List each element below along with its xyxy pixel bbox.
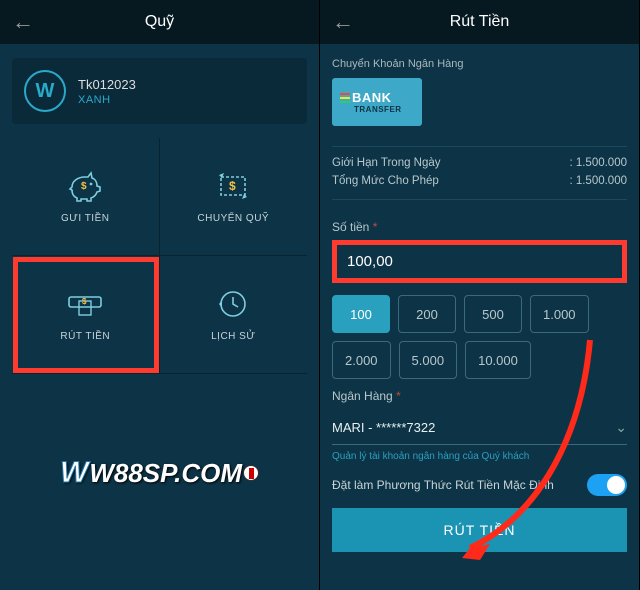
daily-limit-row: Giới Hạn Trong Ngày 1.500.000 bbox=[332, 157, 627, 169]
bank-label: Ngân Hàng * bbox=[332, 389, 627, 403]
daily-limit-label: Giới Hạn Trong Ngày bbox=[332, 157, 441, 169]
amount-label: Số tiền * bbox=[332, 220, 627, 234]
history-label: LỊCH SỬ bbox=[211, 331, 255, 342]
svg-text:$: $ bbox=[81, 181, 87, 192]
withdraw-label: RÚT TIỀN bbox=[60, 331, 110, 342]
default-method-label: Đặt làm Phương Thức Rút Tiền Mặc Định bbox=[332, 478, 554, 492]
default-method-toggle[interactable] bbox=[587, 474, 627, 496]
amount-chips: 100 200 500 1.000 2.000 5.000 10.000 bbox=[332, 295, 627, 379]
bank-manage-hint[interactable]: Quản lý tài khoản ngân hàng của Quý khác… bbox=[332, 451, 627, 462]
deposit-tile[interactable]: $ GƯI TIỀN bbox=[12, 138, 160, 256]
back-icon[interactable]: ← bbox=[332, 9, 354, 35]
transfer-tile[interactable]: $ CHUYỂN QUỸ bbox=[160, 138, 308, 256]
chip-100[interactable]: 100 bbox=[332, 295, 390, 333]
bank-bars-icon bbox=[340, 93, 350, 103]
history-icon bbox=[213, 287, 253, 321]
bank-select[interactable]: MARI - ******7322 ⌄ bbox=[332, 413, 627, 445]
page-title: Quỹ bbox=[145, 13, 174, 31]
atm-icon: $ bbox=[65, 287, 105, 321]
chip-500[interactable]: 500 bbox=[464, 295, 522, 333]
fund-screen: ← Quỹ W Tk012023 XANH $ GƯI TIỀN bbox=[0, 0, 320, 590]
chip-2000[interactable]: 2.000 bbox=[332, 341, 391, 379]
chip-1000[interactable]: 1.000 bbox=[530, 295, 589, 333]
transfer-label: CHUYỂN QUỸ bbox=[197, 213, 269, 224]
amount-input[interactable] bbox=[332, 240, 627, 283]
deposit-label: GƯI TIỀN bbox=[61, 213, 109, 224]
chip-10000[interactable]: 10.000 bbox=[465, 341, 531, 379]
account-card[interactable]: W Tk012023 XANH bbox=[12, 58, 307, 124]
piggy-bank-icon: $ bbox=[65, 169, 105, 203]
daily-limit-value: 1.500.000 bbox=[569, 157, 627, 169]
svg-text:$: $ bbox=[82, 297, 87, 306]
total-limit-row: Tổng Mức Cho Phép 1.500.000 bbox=[332, 175, 627, 187]
svg-text:$: $ bbox=[229, 179, 236, 193]
back-icon[interactable]: ← bbox=[12, 9, 34, 35]
bank-text-top: BANK bbox=[352, 90, 392, 105]
divider bbox=[332, 199, 627, 200]
transfer-icon: $ bbox=[213, 169, 253, 203]
account-tier: XANH bbox=[78, 94, 136, 106]
header: ← Quỹ bbox=[0, 0, 319, 44]
page-title: Rút Tiền bbox=[450, 13, 510, 31]
total-limit-label: Tổng Mức Cho Phép bbox=[332, 175, 439, 187]
action-grid: $ GƯI TIỀN $ CHUYỂN QUỸ $ RÚT TIỀN bbox=[12, 138, 307, 374]
divider bbox=[332, 146, 627, 147]
total-limit-value: 1.500.000 bbox=[569, 175, 627, 187]
account-id: Tk012023 bbox=[78, 77, 136, 92]
bank-transfer-badge[interactable]: BANK TRANSFER bbox=[332, 78, 422, 126]
withdraw-screen: ← Rút Tiền Chuyển Khoản Ngân Hàng BANK T… bbox=[320, 0, 640, 590]
bank-section-title: Chuyển Khoản Ngân Hàng bbox=[332, 58, 627, 70]
brand-logo-icon: W bbox=[24, 70, 66, 112]
bank-text-bottom: TRANSFER bbox=[354, 105, 422, 114]
header: ← Rút Tiền bbox=[320, 0, 639, 44]
chevron-down-icon: ⌄ bbox=[615, 419, 627, 436]
withdraw-tile[interactable]: $ RÚT TIỀN bbox=[12, 256, 160, 374]
chip-5000[interactable]: 5.000 bbox=[399, 341, 458, 379]
withdraw-submit-button[interactable]: RÚT TIỀN bbox=[332, 508, 627, 552]
history-tile[interactable]: LỊCH SỬ bbox=[160, 256, 308, 374]
chip-200[interactable]: 200 bbox=[398, 295, 456, 333]
bank-selected-value: MARI - ******7322 bbox=[332, 420, 435, 435]
